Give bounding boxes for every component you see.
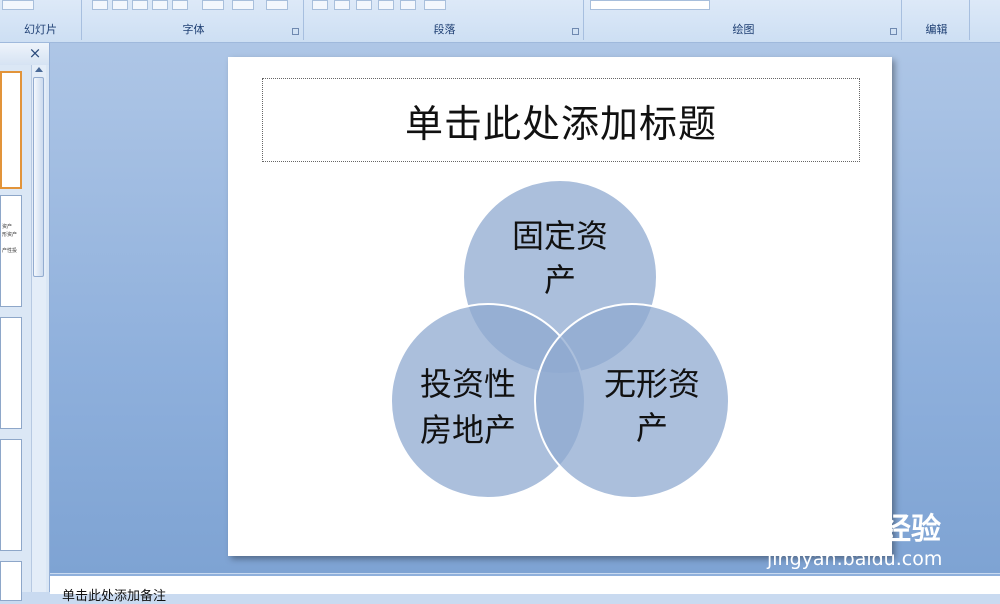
italic-button[interactable] <box>112 0 128 10</box>
font-dialog-launcher-icon[interactable] <box>292 28 299 35</box>
slide-thumbnail-4[interactable] <box>0 439 22 551</box>
ribbon-group-paragraph: 段落 <box>306 0 584 40</box>
slides-panel: × 资产 形资产 产性投 <box>0 43 50 601</box>
ribbon-group-slides: 幻灯片 <box>0 0 82 40</box>
ribbon-group-label-drawing: 绘图 <box>732 23 755 36</box>
watermark-url: jingyan.baidu.com <box>766 548 942 570</box>
strikethrough-button[interactable] <box>152 0 168 10</box>
drawing-dialog-launcher-icon[interactable] <box>890 28 897 35</box>
distributed-button[interactable] <box>400 0 416 10</box>
notes-pane[interactable]: 单击此处添加备注 <box>50 574 1000 604</box>
ribbon-group-label-paragraph: 段落 <box>433 23 456 36</box>
bold-button[interactable] <box>92 0 108 10</box>
thumb-text-line: 产性投 <box>2 248 18 254</box>
scroll-up-arrow-icon[interactable] <box>35 67 43 72</box>
watermark-brand: Baidu <box>767 508 876 548</box>
venn-label-top-line2: 产 <box>544 261 576 299</box>
venn-label-right-line2: 产 <box>636 409 668 447</box>
watermark-product: 经验 <box>881 512 941 547</box>
slides-panel-scrollbar[interactable] <box>31 65 46 592</box>
underline-button[interactable] <box>132 0 148 10</box>
slide-thumbnail-1[interactable] <box>0 71 22 189</box>
new-slide-button[interactable] <box>2 0 34 10</box>
shadow-button[interactable] <box>172 0 188 10</box>
ribbon-group-label-font: 字体 <box>182 23 205 36</box>
justify-button[interactable] <box>378 0 394 10</box>
ribbon-group-label-editing: 编辑 <box>925 23 948 36</box>
slide-thumbnail-2[interactable]: 资产 形资产 产性投 <box>0 195 22 307</box>
align-right-button[interactable] <box>356 0 372 10</box>
scrollbar-thumb[interactable] <box>33 77 44 277</box>
ribbon-group-drawing: 绘图 <box>586 0 902 40</box>
venn-label-right-line1: 无形资 <box>604 365 700 403</box>
ribbon: 幻灯片 字体 段落 绘图 编辑 <box>0 0 1000 43</box>
venn-label-left-line1: 投资性 <box>420 365 516 403</box>
shapes-gallery[interactable] <box>590 0 710 10</box>
select-button[interactable] <box>908 0 956 10</box>
thumb-text-line: 形资产 <box>2 232 18 238</box>
title-placeholder-text: 单击此处添加标题 <box>404 101 717 146</box>
ribbon-group-editing: 编辑 <box>904 0 970 40</box>
arrange-dropdown[interactable] <box>782 0 794 10</box>
slides-panel-header: × <box>0 43 49 65</box>
quick-styles-button[interactable] <box>816 0 886 10</box>
align-left-button[interactable] <box>312 0 328 10</box>
venn-label-left-line2: 房地产 <box>420 411 516 449</box>
font-color-button[interactable] <box>266 0 288 10</box>
baidu-watermark-logo: Baidu 经验 jingyan.baidu.com <box>766 488 942 570</box>
change-case-button[interactable] <box>232 0 254 10</box>
thumb-text-line: 资产 <box>2 224 13 230</box>
char-spacing-button[interactable] <box>202 0 224 10</box>
paragraph-dialog-launcher-icon[interactable] <box>572 28 579 35</box>
venn-label-top-line1: 固定资 <box>512 217 608 255</box>
close-panel-icon[interactable]: × <box>27 44 43 62</box>
ribbon-group-font: 字体 <box>84 0 304 40</box>
title-placeholder[interactable]: 单击此处添加标题 <box>262 78 860 162</box>
align-center-button[interactable] <box>334 0 350 10</box>
notes-placeholder: 单击此处添加备注 <box>62 589 167 604</box>
venn-diagram[interactable]: 固定资 产 投资性 房地产 无形资 产 <box>380 175 740 505</box>
columns-button[interactable] <box>424 0 446 10</box>
ribbon-group-label-slides: 幻灯片 <box>24 23 57 36</box>
slide-thumbnail-5[interactable] <box>0 561 22 601</box>
slide-thumbnail-3[interactable] <box>0 317 22 429</box>
smartart-convert-button[interactable] <box>460 0 550 10</box>
